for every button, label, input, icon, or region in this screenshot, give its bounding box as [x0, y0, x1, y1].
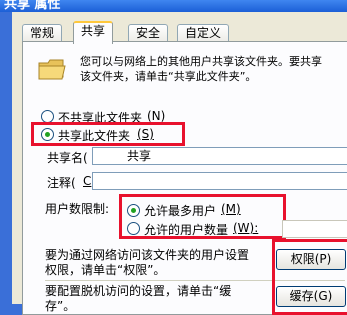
user-count-spinner[interactable]: [282, 220, 347, 238]
user-limit-label: 用户数限制:: [45, 202, 110, 216]
desktop-background: [0, 12, 12, 304]
intro-text: 您可以与网络上的其他用户共享该文件夹。要共享 该文件夹，请单击“共享此文件夹”。: [80, 55, 322, 83]
tab-sharing[interactable]: 共享: [73, 21, 114, 44]
tab-general[interactable]: 常规: [22, 24, 63, 42]
sharing-panel: 您可以与网络上的其他用户共享该文件夹。要共享 该文件夹，请单击“共享此文件夹”。…: [22, 41, 347, 315]
comment-label: 注释(: [47, 176, 76, 190]
caching-text: 要配置脱机访问的设置，请单击“缓 存”。: [45, 284, 232, 313]
tab-customize[interactable]: 自定义: [177, 24, 230, 42]
properties-dialog: 常规 共享 安全 自定义 您可以与网络上的其他用户共享该文件夹。要共享 该文件夹…: [0, 12, 347, 315]
tab-security[interactable]: 安全: [128, 24, 169, 42]
comment-accelerator: C: [83, 174, 92, 188]
share-name-label: 共享名(: [47, 151, 88, 165]
no-share-accelerator: (N): [147, 109, 166, 123]
highlight-box-user-limit: [119, 194, 286, 239]
comment-field[interactable]: [92, 172, 347, 190]
permissions-text: 要为通过网络访问该文件夹的用户设置 权限，请单击“权限”。: [45, 248, 250, 277]
highlight-box-share: [31, 122, 185, 146]
title-bar: 共享 属性: [0, 0, 347, 12]
shared-folder-icon: [38, 59, 66, 80]
share-name-value: 共享: [127, 149, 152, 163]
window-title: 共享 属性: [4, 0, 61, 12]
